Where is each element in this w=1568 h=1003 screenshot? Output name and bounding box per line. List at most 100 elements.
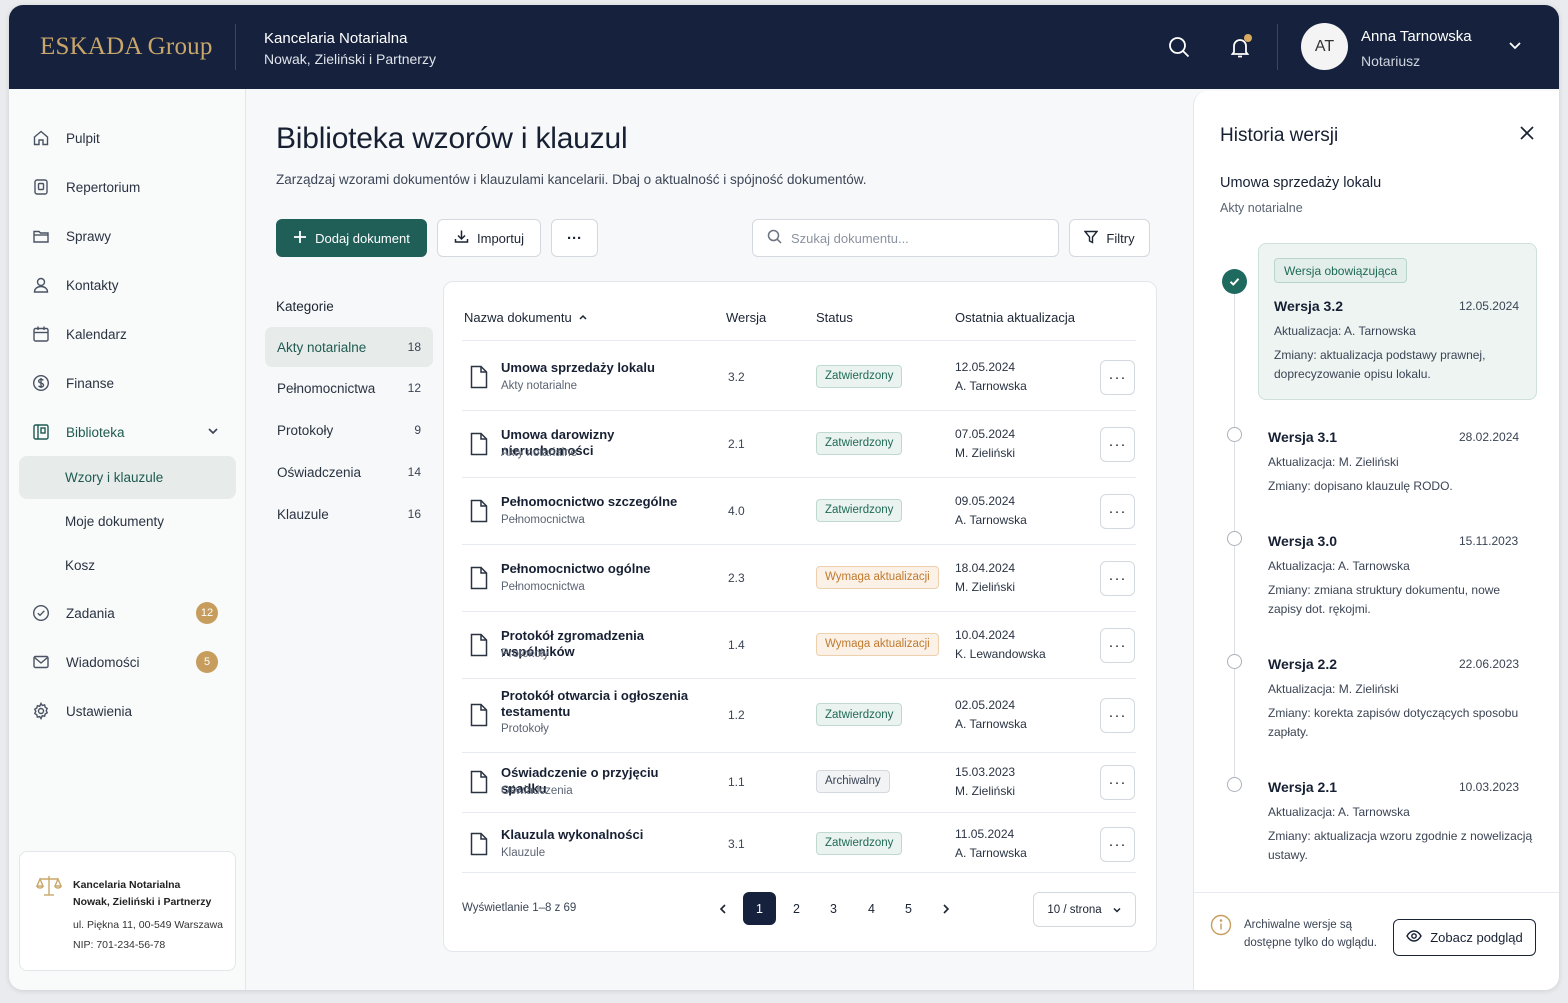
prev-page-button[interactable] — [706, 892, 739, 925]
page-2-button[interactable]: 2 — [780, 892, 813, 925]
document-name[interactable]: Pełnomocnictwo szczególne — [501, 494, 701, 510]
firm-card-name: Kancelaria Notarialna Nowak, Zieliński i… — [73, 877, 233, 911]
filters-button[interactable]: Filtry — [1069, 219, 1150, 257]
firm-card-name2: Nowak, Zieliński i Partnerzy — [73, 896, 212, 908]
table-row[interactable]: Pełnomocnictwo szczególne Pełnomocnictwa 4… — [462, 479, 1136, 542]
current-version-card[interactable]: Wersja obowiązująca Wersja 3.2 12.05.202… — [1258, 243, 1537, 400]
row-menu-button[interactable]: ··· — [1100, 560, 1135, 596]
sidebar-item-wiadomosci[interactable]: Wiadomości 5 — [19, 642, 236, 682]
add-document-label: Dodaj dokument — [315, 230, 410, 246]
document-name[interactable]: Umowa sprzedaży lokalu — [501, 360, 701, 376]
sidebar-item-kontakty[interactable]: Kontakty — [19, 265, 236, 305]
tasks-badge: 12 — [196, 602, 218, 624]
updated-date: 02.05.2024 — [955, 698, 1016, 712]
column-header-status: Status — [816, 310, 853, 325]
chevron-down-icon[interactable] — [1507, 37, 1523, 56]
search-icon[interactable] — [1165, 33, 1193, 61]
sidebar-item-ustawienia[interactable]: Ustawienia — [19, 691, 236, 731]
avatar[interactable]: AT — [1301, 23, 1348, 70]
document-name[interactable]: Klauzula wykonalności — [501, 827, 701, 843]
document-version: 1.4 — [728, 637, 745, 652]
category-oswiadczenia[interactable]: Oświadczenia 14 — [265, 452, 433, 492]
row-menu-button[interactable]: ··· — [1100, 698, 1135, 733]
next-page-button[interactable] — [929, 892, 962, 925]
import-button[interactable]: Importuj — [437, 219, 541, 257]
page-1-button[interactable]: 1 — [743, 892, 776, 925]
column-header-name[interactable]: Nazwa dokumentu — [464, 310, 588, 325]
document-icon — [469, 770, 489, 797]
per-page-select[interactable]: 10 / strona — [1033, 892, 1136, 927]
row-menu-button[interactable]: ··· — [1100, 426, 1135, 462]
sidebar-item-repertorium[interactable]: Repertorium — [19, 167, 236, 207]
category-akty-notarialne[interactable]: Akty notarialne 18 — [265, 327, 433, 367]
updated-author: M. Zieliński — [955, 783, 1016, 798]
version-date: 22.06.2023 — [1459, 657, 1520, 671]
sidebar-item-wzory[interactable]: Wzory i klauzule — [19, 456, 236, 499]
documents-table: Nazwa dokumentu Wersja Status Ostatnia a… — [443, 281, 1157, 952]
row-menu-button[interactable]: ··· — [1100, 627, 1135, 663]
row-divider — [462, 410, 1136, 411]
preview-label: Zobacz podgląd — [1430, 930, 1523, 945]
version-changes: Zmiany: korekta zapisów dotyczących spos… — [1268, 706, 1519, 739]
column-header-name-label: Nazwa dokumentu — [464, 310, 572, 325]
updated-author: M. Zieliński — [955, 445, 1016, 460]
search-box[interactable] — [752, 219, 1059, 257]
row-menu-button[interactable]: ··· — [1100, 359, 1135, 395]
page-3-button[interactable]: 3 — [817, 892, 850, 925]
table-row[interactable]: Umowa darowizny nieruchomości Akty notari… — [462, 412, 1136, 475]
more-actions-button[interactable]: ··· — [551, 219, 598, 257]
preview-button[interactable]: Zobacz podgląd — [1393, 919, 1536, 956]
row-divider — [462, 678, 1136, 679]
row-divider — [462, 611, 1136, 612]
sidebar-item-moje-dokumenty[interactable]: Moje dokumenty — [19, 501, 236, 541]
bell-icon[interactable] — [1226, 33, 1254, 61]
sidebar-item-kalendarz[interactable]: Kalendarz — [19, 314, 236, 354]
version-name: Wersja 2.1 — [1268, 779, 1338, 795]
header-divider — [235, 24, 236, 70]
firm-card-details: ul. Piękna 11, 00-549 Warszawa NIP: 701-… — [73, 915, 223, 955]
document-name[interactable]: Pełnomocnictwo ogólne — [501, 561, 701, 577]
pagination-info: Wyświetlanie 1–8 z 69 — [462, 902, 577, 914]
page-title: Biblioteka wzorów i klauzul — [276, 122, 628, 155]
close-icon[interactable] — [1519, 125, 1535, 144]
header-divider — [462, 340, 1136, 341]
sidebar-item-finanse[interactable]: Finanse — [19, 363, 236, 403]
sidebar-item-label: Wzory i klauzule — [65, 470, 164, 485]
document-icon — [469, 365, 489, 392]
document-name[interactable]: Protokół otwarcia i ogłoszenia testament… — [501, 688, 701, 720]
document-updated: 07.05.2024 M. Zieliński — [955, 425, 1015, 463]
table-row[interactable]: Oświadczenie o przyjęciu spadku Oświadcze… — [462, 753, 1136, 810]
check-icon — [1222, 269, 1247, 294]
page-4-button[interactable]: 4 — [855, 892, 888, 925]
sidebar-item-pulpit[interactable]: Pulpit — [19, 118, 236, 158]
sidebar-item-zadania[interactable]: Zadania 12 — [19, 593, 236, 633]
sidebar-item-sprawy[interactable]: Sprawy — [19, 216, 236, 256]
status-badge: Wymaga aktualizacji — [816, 632, 939, 656]
status-badge: Zatwierdzony — [816, 831, 903, 855]
add-document-button[interactable]: Dodaj dokument — [276, 219, 427, 257]
sidebar-item-label: Finanse — [66, 375, 115, 391]
table-row[interactable]: Umowa sprzedaży lokalu Akty notarialne 3.2… — [462, 345, 1136, 408]
sidebar-item-label: Moje dokumenty — [65, 513, 165, 529]
category-pelnomocnictwa[interactable]: Pełnomocnictwa 12 — [265, 368, 433, 408]
version-changes: Zmiany: aktualizacja podstawy prawnej, d… — [1274, 348, 1486, 381]
category-klauzule[interactable]: Klauzule 16 — [265, 494, 433, 534]
sidebar-item-label: Pulpit — [66, 130, 100, 146]
row-menu-button[interactable]: ··· — [1100, 493, 1135, 529]
sidebar-item-kosz[interactable]: Kosz — [19, 545, 236, 585]
category-label: Akty notarialne — [277, 339, 367, 355]
table-row[interactable]: Protokół otwarcia i ogłoszenia testament… — [462, 680, 1136, 750]
category-protokoly[interactable]: Protokoły 9 — [265, 410, 433, 450]
page-5-button[interactable]: 5 — [892, 892, 925, 925]
mail-icon — [31, 652, 51, 672]
row-menu-button[interactable]: ··· — [1100, 826, 1135, 862]
search-input[interactable] — [791, 230, 1041, 246]
row-menu-button[interactable]: ··· — [1100, 764, 1135, 800]
document-updated: 02.05.2024 A. Tarnowska — [955, 696, 1027, 734]
categories-title: Kategorie — [276, 299, 334, 314]
table-row[interactable]: Pełnomocnictwo ogólne Pełnomocnictwa 2.3 Wy… — [462, 546, 1136, 609]
sidebar-item-biblioteka[interactable]: Biblioteka — [19, 412, 236, 452]
table-row[interactable]: Klauzula wykonalności Klauzule 3.1 Zatwierd… — [462, 814, 1136, 873]
user-info[interactable]: Anna Tarnowska Notariusz — [1361, 25, 1472, 73]
table-row[interactable]: Protokół zgromadzenia wspólników Protokoł… — [462, 613, 1136, 676]
